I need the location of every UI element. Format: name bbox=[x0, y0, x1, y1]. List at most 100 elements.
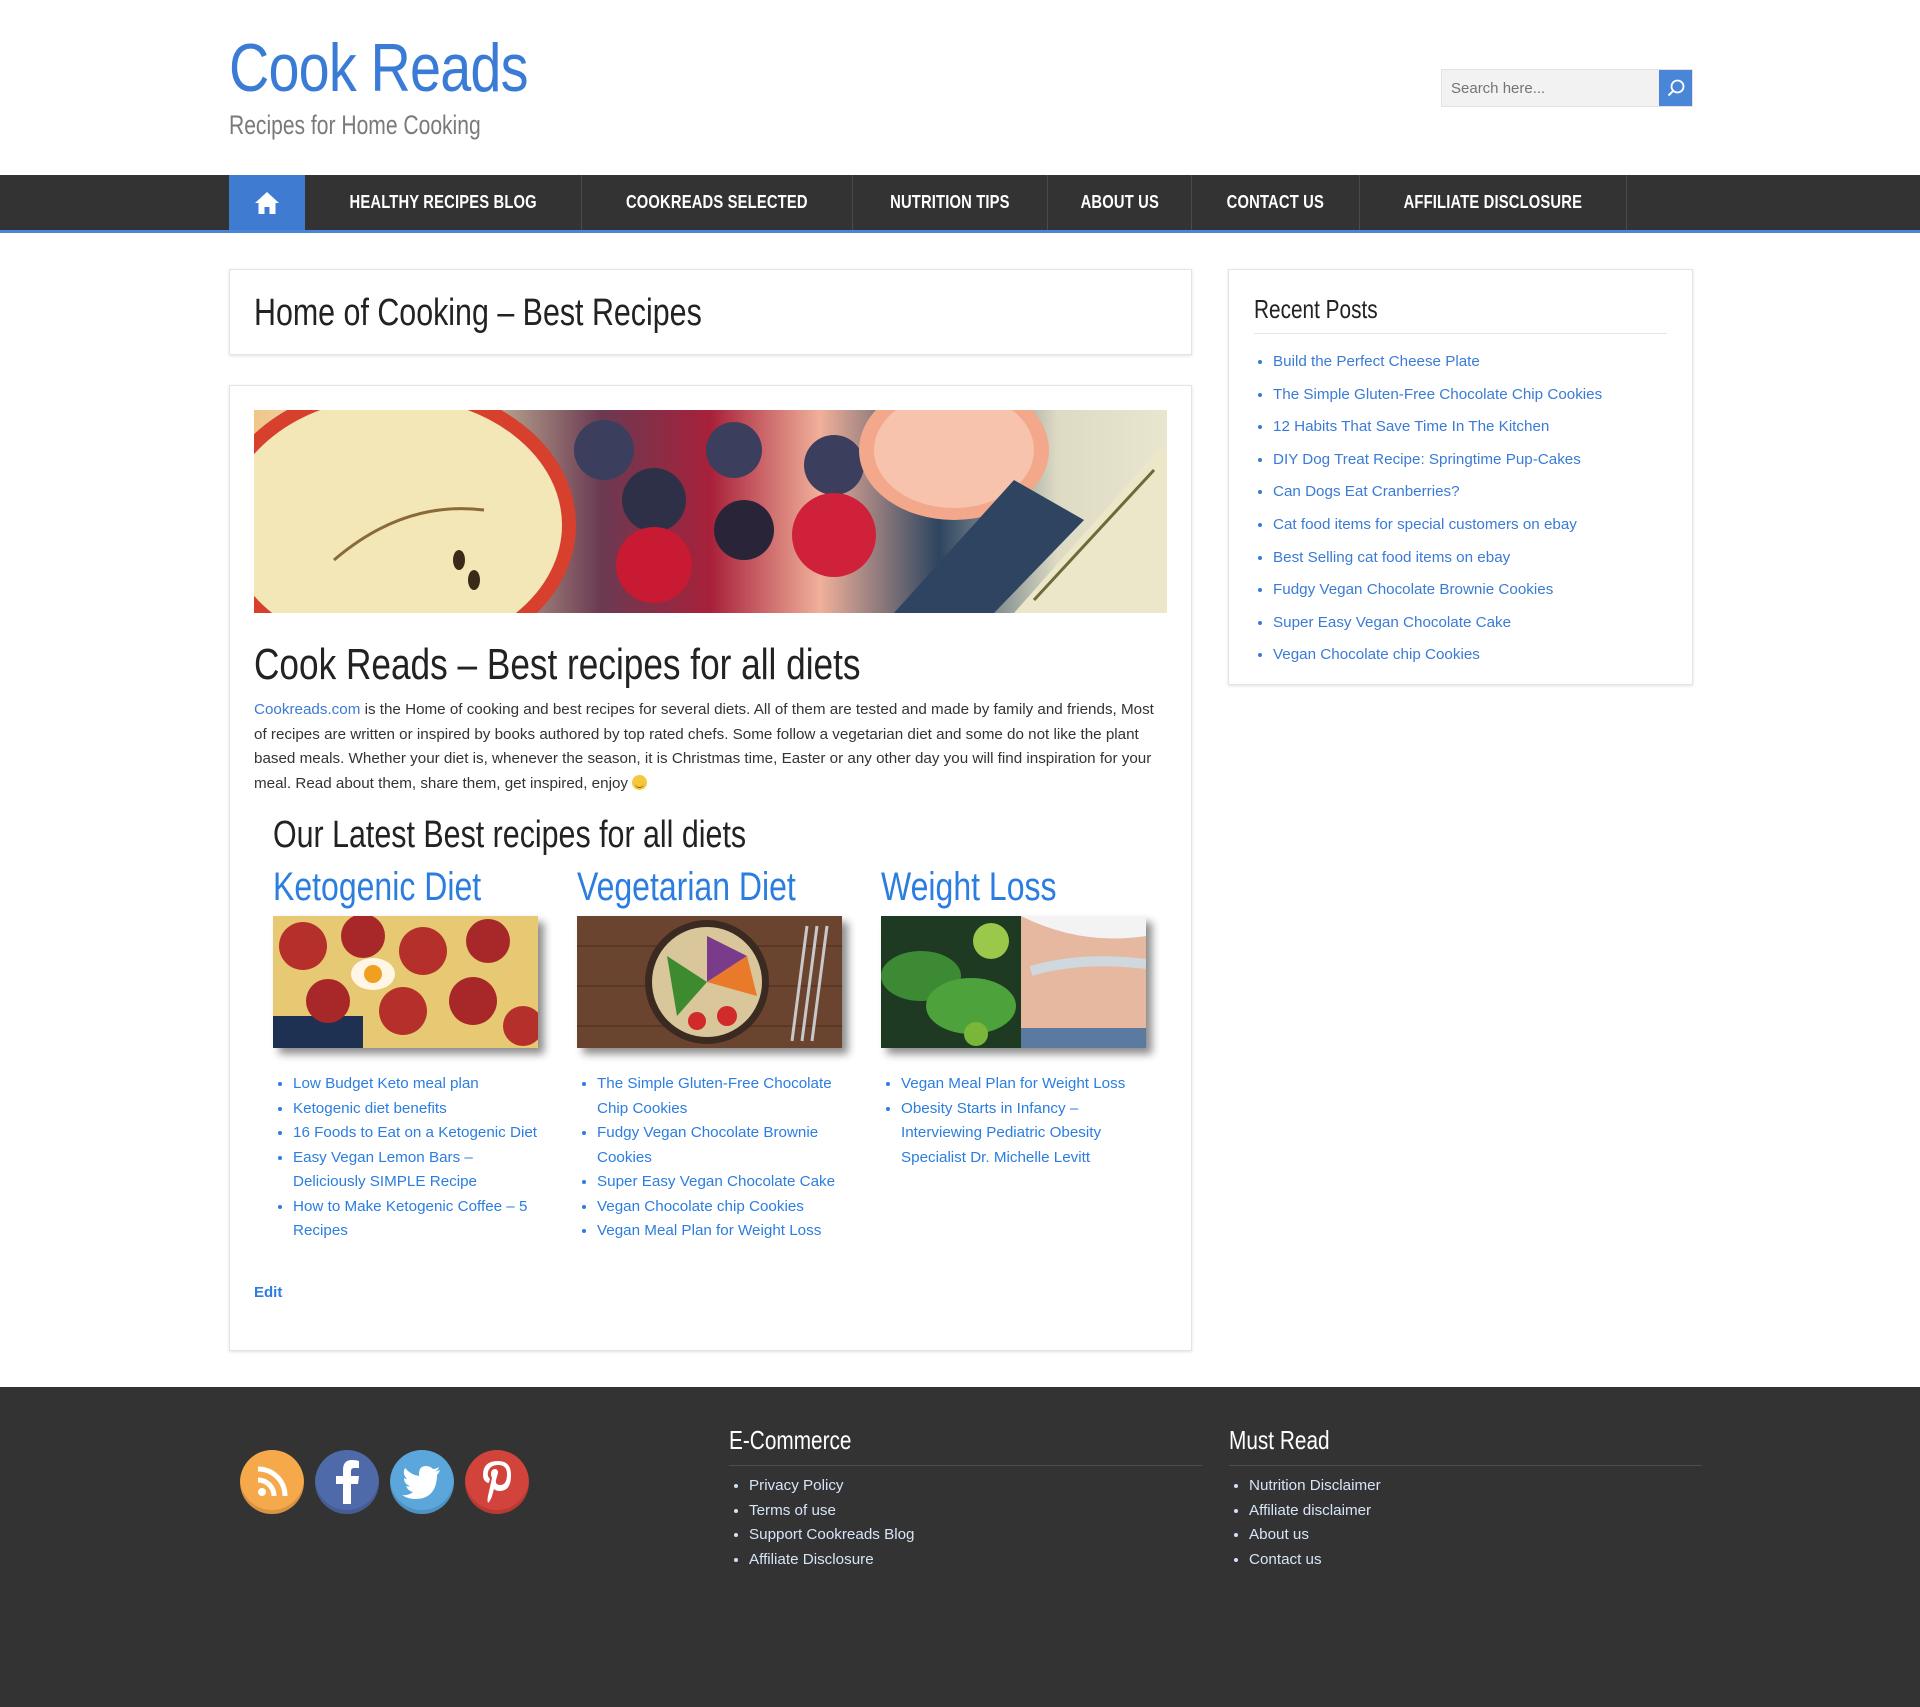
footer-link[interactable]: Privacy Policy bbox=[749, 1477, 844, 1494]
rss-icon[interactable] bbox=[240, 1450, 304, 1514]
weight-loss-image[interactable] bbox=[881, 916, 1146, 1048]
nav-cookreads-selected[interactable]: COOKREADS SELECTED bbox=[582, 175, 853, 230]
hero-fruit-image bbox=[254, 410, 1167, 613]
smiley-icon bbox=[632, 774, 648, 790]
footer-link[interactable]: About us bbox=[1249, 1526, 1309, 1543]
list-item: Vegan Meal Plan for Weight Loss bbox=[597, 1219, 847, 1244]
recipe-link[interactable]: Low Budget Keto meal plan bbox=[293, 1075, 479, 1092]
facebook-icon[interactable] bbox=[315, 1450, 379, 1514]
nav-healthy-recipes-blog[interactable]: HEALTHY RECIPES BLOG bbox=[305, 175, 583, 230]
vegetarian-links: The Simple Gluten-Free Chocolate Chip Co… bbox=[577, 1072, 847, 1244]
footer-link[interactable]: Support Cookreads Blog bbox=[749, 1526, 914, 1543]
ecommerce-links: Privacy Policy Terms of use Support Cook… bbox=[729, 1474, 1202, 1572]
edit-link[interactable]: Edit bbox=[254, 1284, 282, 1301]
recipe-link[interactable]: Ketogenic diet benefits bbox=[293, 1100, 447, 1117]
divider bbox=[1229, 1465, 1702, 1466]
recent-post-link[interactable]: Cat food items for special customers on … bbox=[1273, 516, 1577, 533]
recipe-link[interactable]: The Simple Gluten-Free Chocolate Chip Co… bbox=[597, 1075, 832, 1117]
nav-label: AFFILIATE DISCLOSURE bbox=[1403, 192, 1583, 212]
recipe-link[interactable]: How to Make Ketogenic Coffee – 5 Recipes bbox=[293, 1198, 527, 1240]
list-item: Fudgy Vegan Chocolate Brownie Cookies bbox=[1273, 574, 1602, 607]
search-button[interactable] bbox=[1659, 70, 1692, 106]
recent-post-link[interactable]: Best Selling cat food items on ebay bbox=[1273, 549, 1510, 566]
list-item: Can Dogs Eat Cranberries? bbox=[1273, 476, 1602, 509]
recent-post-link[interactable]: Fudgy Vegan Chocolate Brownie Cookies bbox=[1273, 581, 1553, 598]
site-header: Cook Reads Recipes for Home Cooking bbox=[0, 0, 1920, 175]
recent-posts-list: Build the Perfect Cheese Plate The Simpl… bbox=[1254, 346, 1602, 672]
recipe-link[interactable]: Vegan Meal Plan for Weight Loss bbox=[901, 1075, 1125, 1092]
list-item: Best Selling cat food items on ebay bbox=[1273, 542, 1602, 575]
recipe-link[interactable]: Super Easy Vegan Chocolate Cake bbox=[597, 1173, 835, 1190]
list-item: About us bbox=[1249, 1523, 1702, 1548]
recent-posts-title: Recent Posts bbox=[1254, 294, 1378, 324]
nav-about-us[interactable]: ABOUT US bbox=[1048, 175, 1193, 230]
entry-title: Cook Reads – Best recipes for all diets bbox=[254, 640, 861, 689]
footer-link[interactable]: Affiliate Disclosure bbox=[749, 1551, 874, 1568]
twitter-icon[interactable] bbox=[390, 1450, 454, 1514]
nav-nutrition-tips[interactable]: NUTRITION TIPS bbox=[853, 175, 1048, 230]
recipe-link[interactable]: Vegan Meal Plan for Weight Loss bbox=[597, 1222, 821, 1239]
site-tagline: Recipes for Home Cooking bbox=[229, 110, 481, 140]
list-item: Nutrition Disclaimer bbox=[1249, 1474, 1702, 1499]
nav-home-button[interactable] bbox=[229, 175, 305, 230]
list-item: Fudgy Vegan Chocolate Brownie Cookies bbox=[597, 1121, 847, 1170]
recent-post-link[interactable]: Can Dogs Eat Cranberries? bbox=[1273, 483, 1460, 500]
list-item: Vegan Chocolate chip Cookies bbox=[597, 1195, 847, 1220]
list-item: Affiliate disclaimer bbox=[1249, 1499, 1702, 1524]
recent-post-link[interactable]: Build the Perfect Cheese Plate bbox=[1273, 353, 1480, 370]
pinterest-icon[interactable] bbox=[465, 1450, 529, 1514]
footer-link[interactable]: Nutrition Disclaimer bbox=[1249, 1477, 1381, 1494]
main-nav: HEALTHY RECIPES BLOG COOKREADS SELECTED … bbox=[0, 175, 1920, 233]
recent-posts-widget: Recent Posts Build the Perfect Cheese Pl… bbox=[1228, 269, 1693, 685]
recent-post-link[interactable]: 12 Habits That Save Time In The Kitchen bbox=[1273, 418, 1549, 435]
recent-post-link[interactable]: DIY Dog Treat Recipe: Springtime Pup-Cak… bbox=[1273, 451, 1581, 468]
site-title[interactable]: Cook Reads bbox=[229, 28, 528, 108]
nav-label: HEALTHY RECIPES BLOG bbox=[349, 192, 537, 212]
recipe-link[interactable]: 16 Foods to Eat on a Ketogenic Diet bbox=[293, 1124, 537, 1141]
vegetarian-heading-link[interactable]: Vegetarian Diet bbox=[577, 864, 796, 910]
list-item: DIY Dog Treat Recipe: Springtime Pup-Cak… bbox=[1273, 444, 1602, 477]
list-item: Vegan Chocolate chip Cookies bbox=[1273, 639, 1602, 672]
weight-loss-links: Vegan Meal Plan for Weight Loss Obesity … bbox=[881, 1072, 1151, 1170]
list-item: Terms of use bbox=[749, 1499, 1202, 1524]
recipe-link[interactable]: Easy Vegan Lemon Bars – Deliciously SIMP… bbox=[293, 1149, 477, 1191]
nav-label: NUTRITION TIPS bbox=[890, 192, 1010, 212]
list-item: Privacy Policy bbox=[749, 1474, 1202, 1499]
list-item: Contact us bbox=[1249, 1548, 1702, 1573]
recent-post-link[interactable]: Super Easy Vegan Chocolate Cake bbox=[1273, 614, 1511, 631]
page-title-box: Home of Cooking – Best Recipes bbox=[229, 269, 1192, 355]
nav-label: ABOUT US bbox=[1080, 192, 1159, 212]
home-icon bbox=[255, 191, 279, 214]
site-footer: E-Commerce Privacy Policy Terms of use S… bbox=[0, 1387, 1920, 1707]
list-item: The Simple Gluten-Free Chocolate Chip Co… bbox=[597, 1072, 847, 1121]
vegetarian-image[interactable] bbox=[577, 916, 842, 1048]
footer-link[interactable]: Contact us bbox=[1249, 1551, 1322, 1568]
weight-loss-column: Weight Loss Vegan Meal Plan for Weight L… bbox=[881, 864, 1151, 1170]
main-article: Cook Reads – Best recipes for all diets … bbox=[229, 385, 1192, 1351]
recipe-link[interactable]: Fudgy Vegan Chocolate Brownie Cookies bbox=[597, 1124, 818, 1166]
recipe-link[interactable]: Vegan Chocolate chip Cookies bbox=[597, 1198, 804, 1215]
divider bbox=[729, 1465, 1202, 1466]
list-item: Vegan Meal Plan for Weight Loss bbox=[901, 1072, 1151, 1097]
search-input[interactable] bbox=[1442, 70, 1659, 106]
ketogenic-image[interactable] bbox=[273, 916, 538, 1048]
cookreads-link[interactable]: Cookreads.com bbox=[254, 701, 360, 718]
list-item: Super Easy Vegan Chocolate Cake bbox=[1273, 607, 1602, 640]
list-item: The Simple Gluten-Free Chocolate Chip Co… bbox=[1273, 379, 1602, 412]
recent-post-link[interactable]: The Simple Gluten-Free Chocolate Chip Co… bbox=[1273, 386, 1602, 403]
recipe-link[interactable]: Obesity Starts in Infancy – Interviewing… bbox=[901, 1100, 1101, 1166]
latest-recipes-heading: Our Latest Best recipes for all diets bbox=[273, 814, 747, 856]
list-item: How to Make Ketogenic Coffee – 5 Recipes bbox=[293, 1195, 543, 1244]
ketogenic-column: Ketogenic Diet Low Budget Keto meal plan… bbox=[273, 864, 543, 1244]
weight-loss-heading-link[interactable]: Weight Loss bbox=[881, 864, 1097, 910]
list-item: Easy Vegan Lemon Bars – Deliciously SIMP… bbox=[293, 1146, 543, 1195]
list-item: Cat food items for special customers on … bbox=[1273, 509, 1602, 542]
ketogenic-heading-link[interactable]: Ketogenic Diet bbox=[273, 864, 489, 910]
recent-post-link[interactable]: Vegan Chocolate chip Cookies bbox=[1273, 646, 1480, 663]
footer-link[interactable]: Terms of use bbox=[749, 1502, 836, 1519]
list-item: 16 Foods to Eat on a Ketogenic Diet bbox=[293, 1121, 543, 1146]
nav-contact-us[interactable]: CONTACT US bbox=[1192, 175, 1361, 230]
nav-affiliate-disclosure[interactable]: AFFILIATE DISCLOSURE bbox=[1360, 175, 1627, 230]
nav-label: CONTACT US bbox=[1227, 192, 1325, 212]
footer-link[interactable]: Affiliate disclaimer bbox=[1249, 1502, 1371, 1519]
